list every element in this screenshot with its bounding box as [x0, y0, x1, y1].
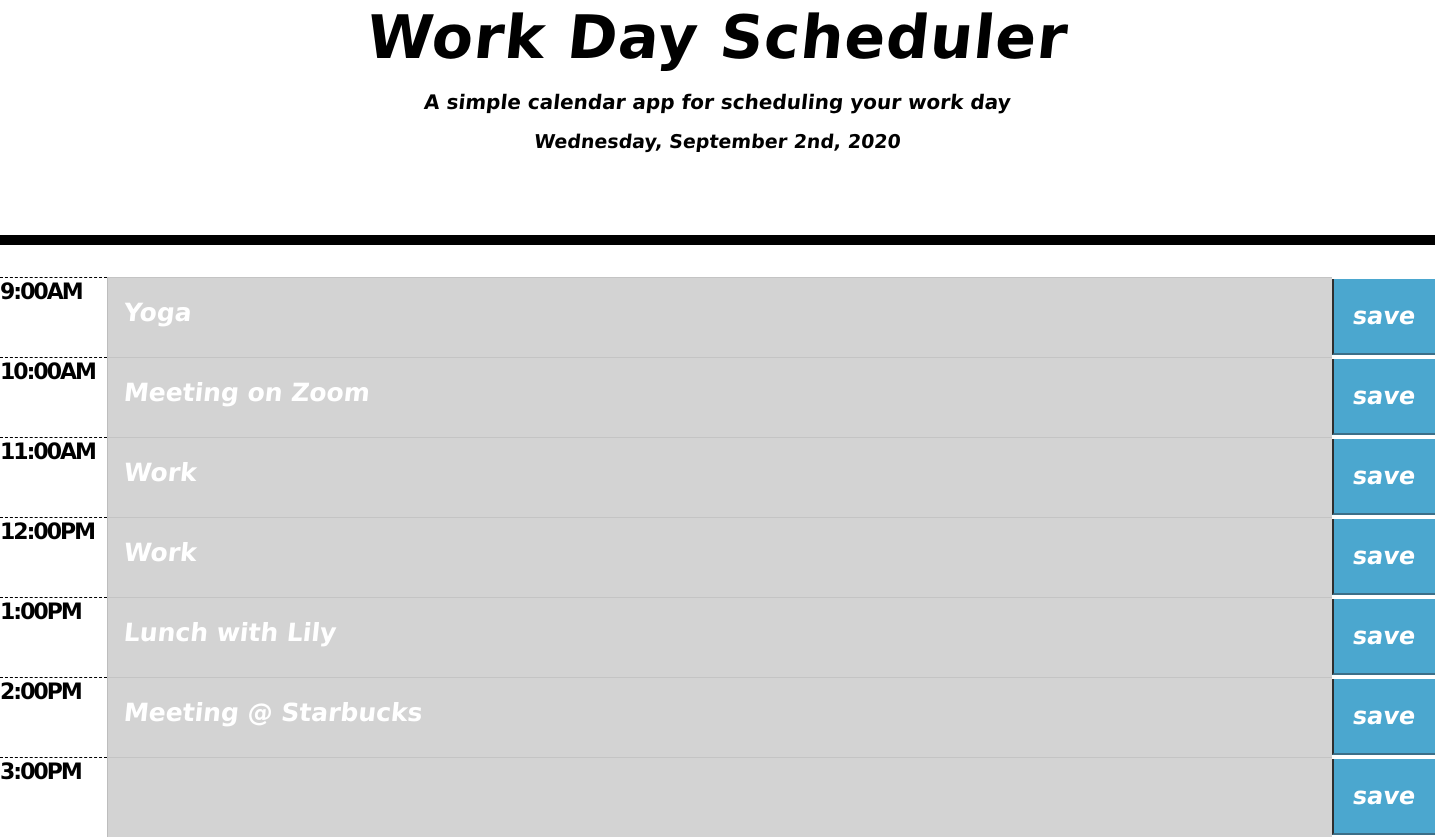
event-description[interactable]: Work [107, 517, 1332, 597]
event-description[interactable]: Lunch with Lily [107, 597, 1332, 677]
event-text: Work [122, 538, 199, 567]
event-text: Work [122, 458, 199, 487]
save-button[interactable]: save [1332, 759, 1435, 835]
hour-label: 1:00PM [0, 597, 107, 676]
hour-label: 12:00PM [0, 517, 107, 596]
hour-label: 9:00AM [0, 277, 107, 356]
save-label: save [1351, 782, 1418, 810]
page-title: Work Day Scheduler [363, 3, 1072, 73]
save-label: save [1351, 382, 1418, 410]
save-label: save [1351, 542, 1418, 570]
time-block: 9:00AM Yoga save [0, 277, 1435, 357]
save-button[interactable]: save [1332, 599, 1435, 675]
hour-label: 2:00PM [0, 677, 107, 756]
timeblock-list: 9:00AM Yoga save 10:00AM Meeting on Zoom… [0, 277, 1435, 837]
event-text: Yoga [122, 298, 194, 327]
event-description[interactable]: Yoga [107, 277, 1332, 357]
event-description[interactable]: Meeting @ Starbucks [107, 677, 1332, 757]
save-button[interactable]: save [1332, 519, 1435, 595]
save-label: save [1351, 302, 1418, 330]
save-label: save [1351, 702, 1418, 730]
save-label: save [1351, 462, 1418, 490]
header: Work Day Scheduler A simple calendar app… [0, 0, 1435, 235]
hour-label: 3:00PM [0, 757, 107, 836]
event-text: Lunch with Lily [122, 618, 338, 647]
page-subtitle: A simple calendar app for scheduling you… [422, 90, 1013, 114]
header-divider [0, 235, 1435, 245]
save-button[interactable]: save [1332, 279, 1435, 355]
time-block: 3:00PM save [0, 757, 1435, 837]
event-text: Meeting on Zoom [122, 378, 372, 407]
save-button[interactable]: save [1332, 359, 1435, 435]
save-button[interactable]: save [1332, 679, 1435, 755]
time-block: 11:00AM Work save [0, 437, 1435, 517]
save-label: save [1351, 622, 1418, 650]
time-block: 2:00PM Meeting @ Starbucks save [0, 677, 1435, 757]
current-day: Wednesday, September 2nd, 2020 [533, 131, 902, 153]
event-description[interactable] [107, 757, 1332, 837]
save-button[interactable]: save [1332, 439, 1435, 515]
event-text: Meeting @ Starbucks [122, 698, 425, 727]
time-block: 1:00PM Lunch with Lily save [0, 597, 1435, 677]
event-description[interactable]: Meeting on Zoom [107, 357, 1332, 437]
time-block: 10:00AM Meeting on Zoom save [0, 357, 1435, 437]
time-block: 12:00PM Work save [0, 517, 1435, 597]
hour-label: 11:00AM [0, 437, 107, 516]
hour-label: 10:00AM [0, 357, 107, 436]
event-description[interactable]: Work [107, 437, 1332, 517]
